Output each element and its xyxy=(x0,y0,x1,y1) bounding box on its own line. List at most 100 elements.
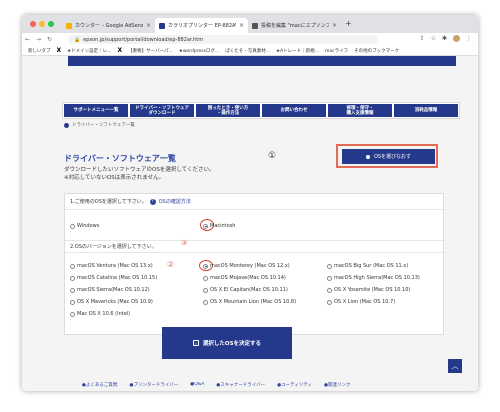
confirm-os-button[interactable]: ✓ 選択したOSを決定する xyxy=(162,327,292,359)
tab-close-icon[interactable]: × xyxy=(146,22,151,29)
radio-circle xyxy=(70,299,75,305)
back-icon[interactable]: ← xyxy=(22,36,33,43)
radio-circle xyxy=(203,287,208,293)
radio-circle xyxy=(70,287,75,293)
radio-label: OS X Mavericks (Mac OS 10.9) xyxy=(77,299,153,305)
radio-lion[interactable]: OS X Lion (Mac OS 10.7) xyxy=(327,299,395,305)
tab-close-icon[interactable]: × xyxy=(239,22,244,29)
radio-label: OS X Yosemite (Mac OS 10.10) xyxy=(334,287,411,293)
support-nav: サポートメニュー一覧 ドライバー・ソフトウェア ダウンロード 困ったとき・使い方… xyxy=(62,102,460,119)
nav-contact[interactable]: お問い合わせ xyxy=(262,104,326,117)
bookmark-item[interactable]: その他のブックマーク xyxy=(354,48,399,54)
bullet-icon xyxy=(365,154,370,159)
radio-monterey[interactable]: macOS Monterey (Mac OS 12.x) xyxy=(203,263,290,269)
bookmark-star-icon[interactable]: ☆ xyxy=(431,35,436,42)
radio-ventura[interactable]: macOS Ventura (Mac OS 13.x) xyxy=(70,263,153,269)
page-description: ダウンロードしたいソフトウェアのOSを選択してください。 xyxy=(64,167,215,173)
page-title: ドライバー・ソフトウェア一覧 xyxy=(64,154,176,163)
radio-mavericks[interactable]: OS X Mavericks (Mac OS 10.9) xyxy=(70,299,153,305)
help-icon: ? xyxy=(149,198,156,205)
tab-epson[interactable]: カラリオプリンター EP-882AW × xyxy=(155,18,248,33)
radio-circle xyxy=(203,275,208,281)
annotation-marker-3: ③ xyxy=(181,239,188,247)
footer-link[interactable]: ●関連リンク xyxy=(324,382,350,388)
maximize-window-button[interactable] xyxy=(48,21,54,27)
radio-circle xyxy=(327,287,332,293)
scroll-to-top-button[interactable]: ︿ xyxy=(448,359,462,373)
version-question: 2.OSのバージョンを選択して下さい。 xyxy=(70,244,157,250)
radio-circle xyxy=(327,275,332,281)
nav-repair[interactable]: 修理・保守・ 購入支援情報 xyxy=(328,104,392,117)
radio-mountain-lion[interactable]: OS X Mountain Lion (Mac OS 10.8) xyxy=(203,299,296,305)
divider xyxy=(65,252,443,253)
tab-close-icon[interactable]: × xyxy=(332,22,337,29)
radio-label: OS X Mountain Lion (Mac OS 10.8) xyxy=(210,299,297,305)
nav-consumables[interactable]: 消耗品情報 xyxy=(394,104,458,117)
radio-catalina[interactable]: macOS Catalina (Mac OS 10.15) xyxy=(70,275,157,281)
bookmark-item[interactable]: 新しいタブ xyxy=(28,48,51,54)
bookmark-item[interactable]: ★ドメイン設定｜レ... xyxy=(67,48,111,54)
radio-label: macOS Catalina (Mac OS 10.15) xyxy=(77,275,158,281)
page-note: ※対応していないOSは表示されません。 xyxy=(64,175,165,181)
radio-el-capitan[interactable]: OS X El Capitan(Mac OS 10.11) xyxy=(203,287,288,293)
wordpress-favicon-icon xyxy=(252,22,258,29)
address-text: epson.jp/support/portal/download/ep-882a… xyxy=(83,36,204,43)
home-icon[interactable] xyxy=(64,122,69,128)
bookmark-item[interactable]: ★wordpressログ... xyxy=(179,48,219,54)
radio-snow-leopard[interactable]: Mac OS X 10.6 (Intel) xyxy=(70,311,130,317)
nav-troubleshooting[interactable]: 困ったとき・使い方 ・操作方法 xyxy=(196,104,260,117)
radio-sierra[interactable]: macOS Sierra(Mac OS 10.12) xyxy=(70,287,150,293)
tab-adsense[interactable]: カウンター – Google AdSense × xyxy=(62,18,155,33)
footer-link[interactable]: ●よくあるご質問 xyxy=(82,382,117,388)
chevron-up-icon: ︿ xyxy=(451,362,459,370)
tab-title: カラリオプリンター EP-882AW xyxy=(168,23,236,29)
breadcrumb-current: ドライバー・ソフトウェア一覧 xyxy=(72,123,135,128)
bookmark-item[interactable]: 【重要】サーバーパ... xyxy=(128,48,173,54)
radio-label: Windows xyxy=(77,223,100,229)
footer-link[interactable]: ●スキャナードライバー xyxy=(216,382,265,388)
radio-mojave[interactable]: macOS Mojave(Mac OS 10.14) xyxy=(203,275,286,281)
os-check-link[interactable]: OSの確認方法 xyxy=(159,198,191,205)
radio-label: OS X Lion (Mac OS 10.7) xyxy=(334,299,396,305)
radio-circle-selected xyxy=(203,263,208,269)
nav-support-menu[interactable]: サポートメニュー一覧 xyxy=(64,104,128,117)
new-tab-icon[interactable]: + xyxy=(345,19,352,28)
os-question: 1.ご使用のOSを選択して下さい。 ? OSの確認方法 xyxy=(70,198,191,205)
menu-icon[interactable]: ⋮ xyxy=(466,35,472,42)
radio-high-sierra[interactable]: macOS High Sierra(Mac OS 10.13) xyxy=(327,275,420,281)
address-bar[interactable]: 🔒 epson.jp/support/portal/download/ep-88… xyxy=(68,35,378,44)
reload-icon[interactable]: ↻ xyxy=(44,36,55,43)
tab-title: 投稿を編集 "macにエプソンプリ xyxy=(261,23,329,29)
footer-link[interactable]: ●ユーティリティ xyxy=(277,382,312,388)
choose-os-again-label: OSを選びなおす xyxy=(373,154,412,160)
divider xyxy=(65,209,443,210)
header-band xyxy=(68,56,456,66)
tab-strip: カウンター – Google AdSense × カラリオプリンター EP-88… xyxy=(22,15,478,33)
radio-yosemite[interactable]: OS X Yosemite (Mac OS 10.10) xyxy=(327,287,410,293)
radio-macintosh[interactable]: Macintosh xyxy=(203,223,235,229)
extensions-icon[interactable]: ✱ xyxy=(442,35,447,42)
radio-big-sur[interactable]: macOS Big Sur (Mac OS 11.x) xyxy=(327,263,408,269)
radio-label: macOS Big Sur (Mac OS 11.x) xyxy=(334,263,409,269)
close-window-button[interactable] xyxy=(30,21,36,27)
nav-driver-download[interactable]: ドライバー・ソフトウェア ダウンロード xyxy=(130,104,194,117)
radio-windows[interactable]: Windows xyxy=(70,223,99,229)
footer-links: ●よくあるご質問 ●プリンタードライバー ●Q&A ●スキャナードライバー ●ユ… xyxy=(82,382,382,388)
choose-os-again-button[interactable]: OSを選びなおす xyxy=(342,149,435,164)
footer-link[interactable]: ●Q&A xyxy=(190,382,204,388)
radio-label: macOS Mojave(Mac OS 10.14) xyxy=(210,275,286,281)
share-icon[interactable]: ⇪ xyxy=(420,35,425,42)
bookmark-item[interactable]: ★Aトレード｜新規... xyxy=(276,48,319,54)
os-question-text: 1.ご使用のOSを選択して下さい。 xyxy=(70,199,147,205)
tab-edit-post[interactable]: 投稿を編集 "macにエプソンプリ × xyxy=(248,18,341,33)
avatar[interactable] xyxy=(453,35,460,42)
bookmark-item[interactable]: ぱくたそ - 写真素材... xyxy=(225,48,270,54)
forward-icon[interactable]: → xyxy=(33,36,44,43)
radio-label: OS X El Capitan(Mac OS 10.11) xyxy=(210,287,288,293)
radio-circle-selected xyxy=(203,223,208,229)
bookmark-item[interactable]: macライフ xyxy=(325,48,348,54)
minimize-window-button[interactable] xyxy=(39,21,45,27)
footer-link[interactable]: ●プリンタードライバー xyxy=(129,382,178,388)
radio-label: macOS Monterey (Mac OS 12.x) xyxy=(210,263,290,269)
radio-circle xyxy=(203,299,208,305)
